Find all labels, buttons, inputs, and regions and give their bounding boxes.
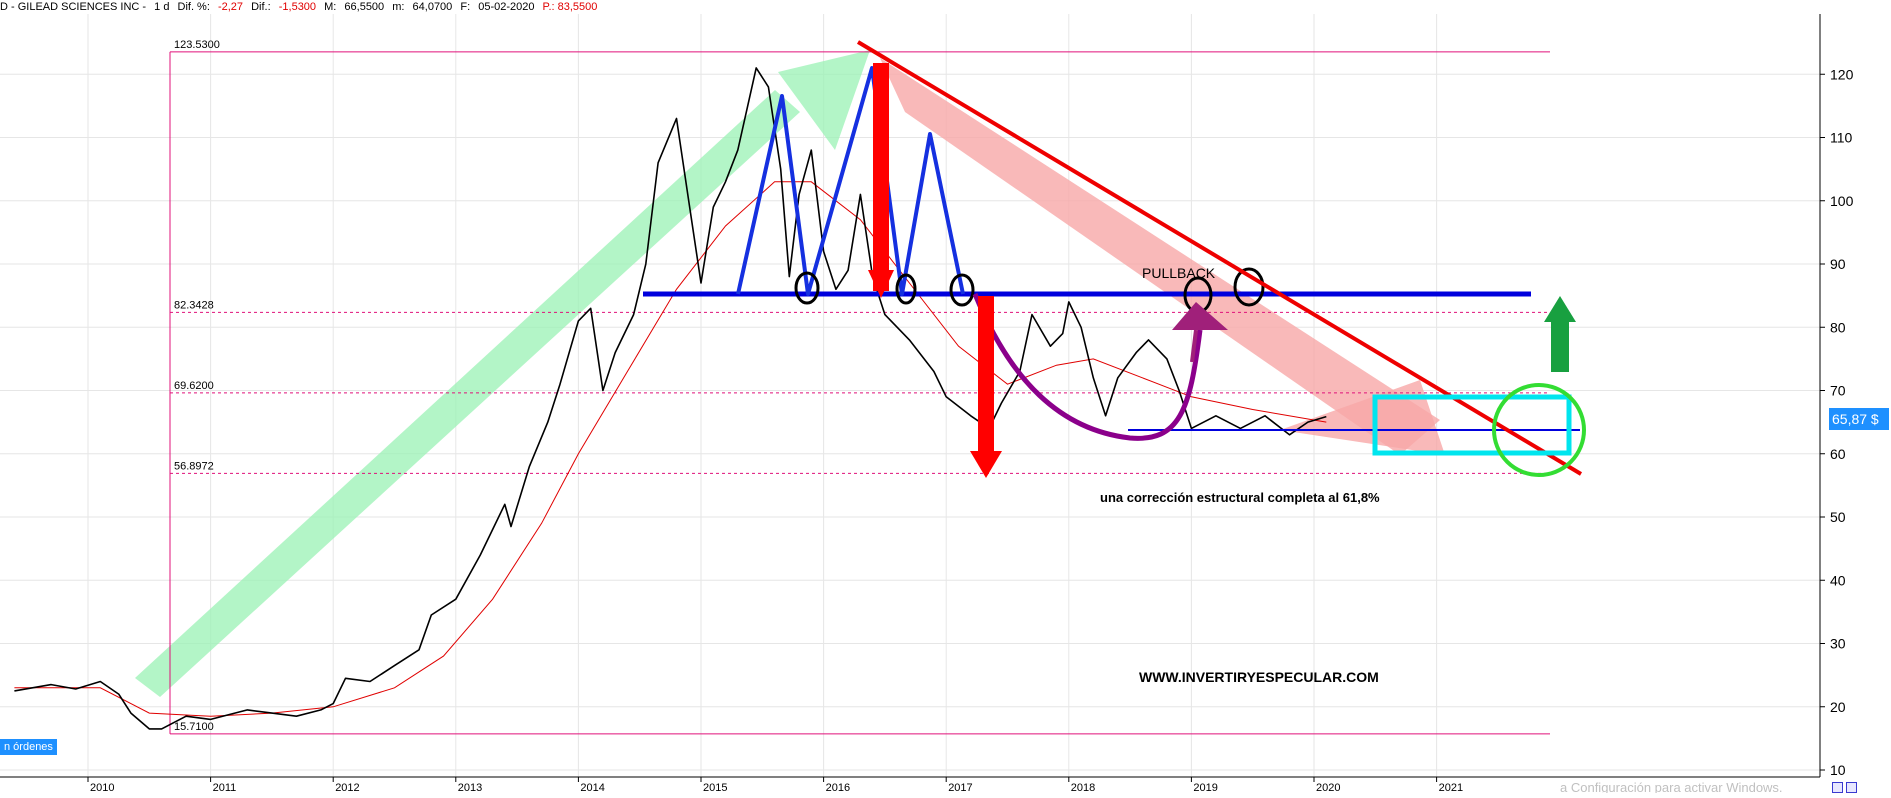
min-label: m: (392, 1, 405, 13)
x-tick-label: 2012 (335, 782, 359, 793)
y-tick-label: 70 (1830, 383, 1846, 399)
price-value: P.: 83,5500 (542, 1, 598, 13)
x-tick-label: 2015 (703, 782, 727, 793)
x-axis: 2010 2011 2012 2013 2014 2015 2016 2017 2018 2019… (0, 776, 1820, 793)
y-tick-label: 90 (1830, 256, 1846, 272)
y-tick-label: 10 (1830, 762, 1846, 778)
pullback-label: PULLBACK (1142, 265, 1216, 281)
y-tick-label: 60 (1830, 446, 1846, 462)
x-tick-label: 2010 (90, 782, 114, 793)
up-arrow-shaft (1551, 318, 1569, 372)
down-arrow-2-shaft (978, 296, 994, 456)
y-tick-label: 40 (1830, 572, 1846, 588)
last-price-tag: 65,87 $ (1829, 408, 1889, 430)
orders-tag[interactable]: n órdenes (0, 739, 57, 755)
windows-watermark: a Configuración para activar Windows. (1560, 780, 1783, 793)
price-chart[interactable]: 2010 2011 2012 2013 2014 2015 2016 2017 2018 2019… (0, 0, 1891, 793)
fib-level-label: 69.6200 (174, 380, 214, 392)
y-tick-label: 110 (1830, 130, 1853, 146)
y-tick-label: 80 (1830, 319, 1846, 335)
x-tick-label: 2013 (458, 782, 482, 793)
fib-level-label: 82.3428 (174, 299, 214, 311)
x-tick-label: 2016 (826, 782, 850, 793)
y-tick-label: 20 (1830, 699, 1846, 715)
x-tick-label: 2020 (1316, 782, 1340, 793)
y-axis: 10 20 30 40 50 60 70 80 90 100 110 120 (1819, 14, 1854, 778)
window-controls[interactable] (1832, 780, 1860, 798)
min-value: 64,0700 (412, 1, 453, 13)
x-tick-label: 2014 (580, 782, 604, 793)
layout-icon[interactable] (1846, 782, 1857, 793)
dif-pct-label: Dif. %: (177, 1, 210, 13)
fib-level-label: 123.5300 (174, 39, 220, 51)
dif-pct-value: -2,27 (217, 1, 244, 13)
max-label: M: (324, 1, 337, 13)
y-tick-label: 50 (1830, 509, 1846, 525)
x-tick-label: 2017 (948, 782, 972, 793)
x-tick-label: 2021 (1439, 782, 1463, 793)
fib-level-label: 56.8972 (174, 460, 214, 472)
ticker-title: D - GILEAD SCIENCES INC - (0, 1, 147, 13)
y-tick-label: 100 (1830, 193, 1854, 209)
interval-label: 1 d (154, 1, 170, 13)
x-tick-label: 2011 (213, 782, 237, 793)
down-arrow-1-shaft (873, 63, 889, 291)
max-value: 66,5500 (344, 1, 385, 13)
save-icon[interactable] (1832, 782, 1843, 793)
correction-note: una corrección estructural completa al 6… (1100, 490, 1380, 505)
fib-level-label: 15.7100 (174, 721, 214, 733)
dif-value: -1,5300 (278, 1, 317, 13)
date-label: F: (460, 1, 471, 13)
y-tick-label: 30 (1830, 636, 1846, 652)
website-label: WWW.INVERTIRYESPECULAR.COM (1139, 669, 1379, 685)
quote-header: D - GILEAD SCIENCES INC - 1 d Dif. %: -2… (0, 0, 1891, 14)
dif-label: Dif.: (251, 1, 271, 13)
y-tick-label: 120 (1830, 66, 1854, 82)
x-tick-label: 2019 (1193, 782, 1217, 793)
x-tick-label: 2018 (1071, 782, 1095, 793)
date-value: 05-02-2020 (478, 1, 535, 13)
